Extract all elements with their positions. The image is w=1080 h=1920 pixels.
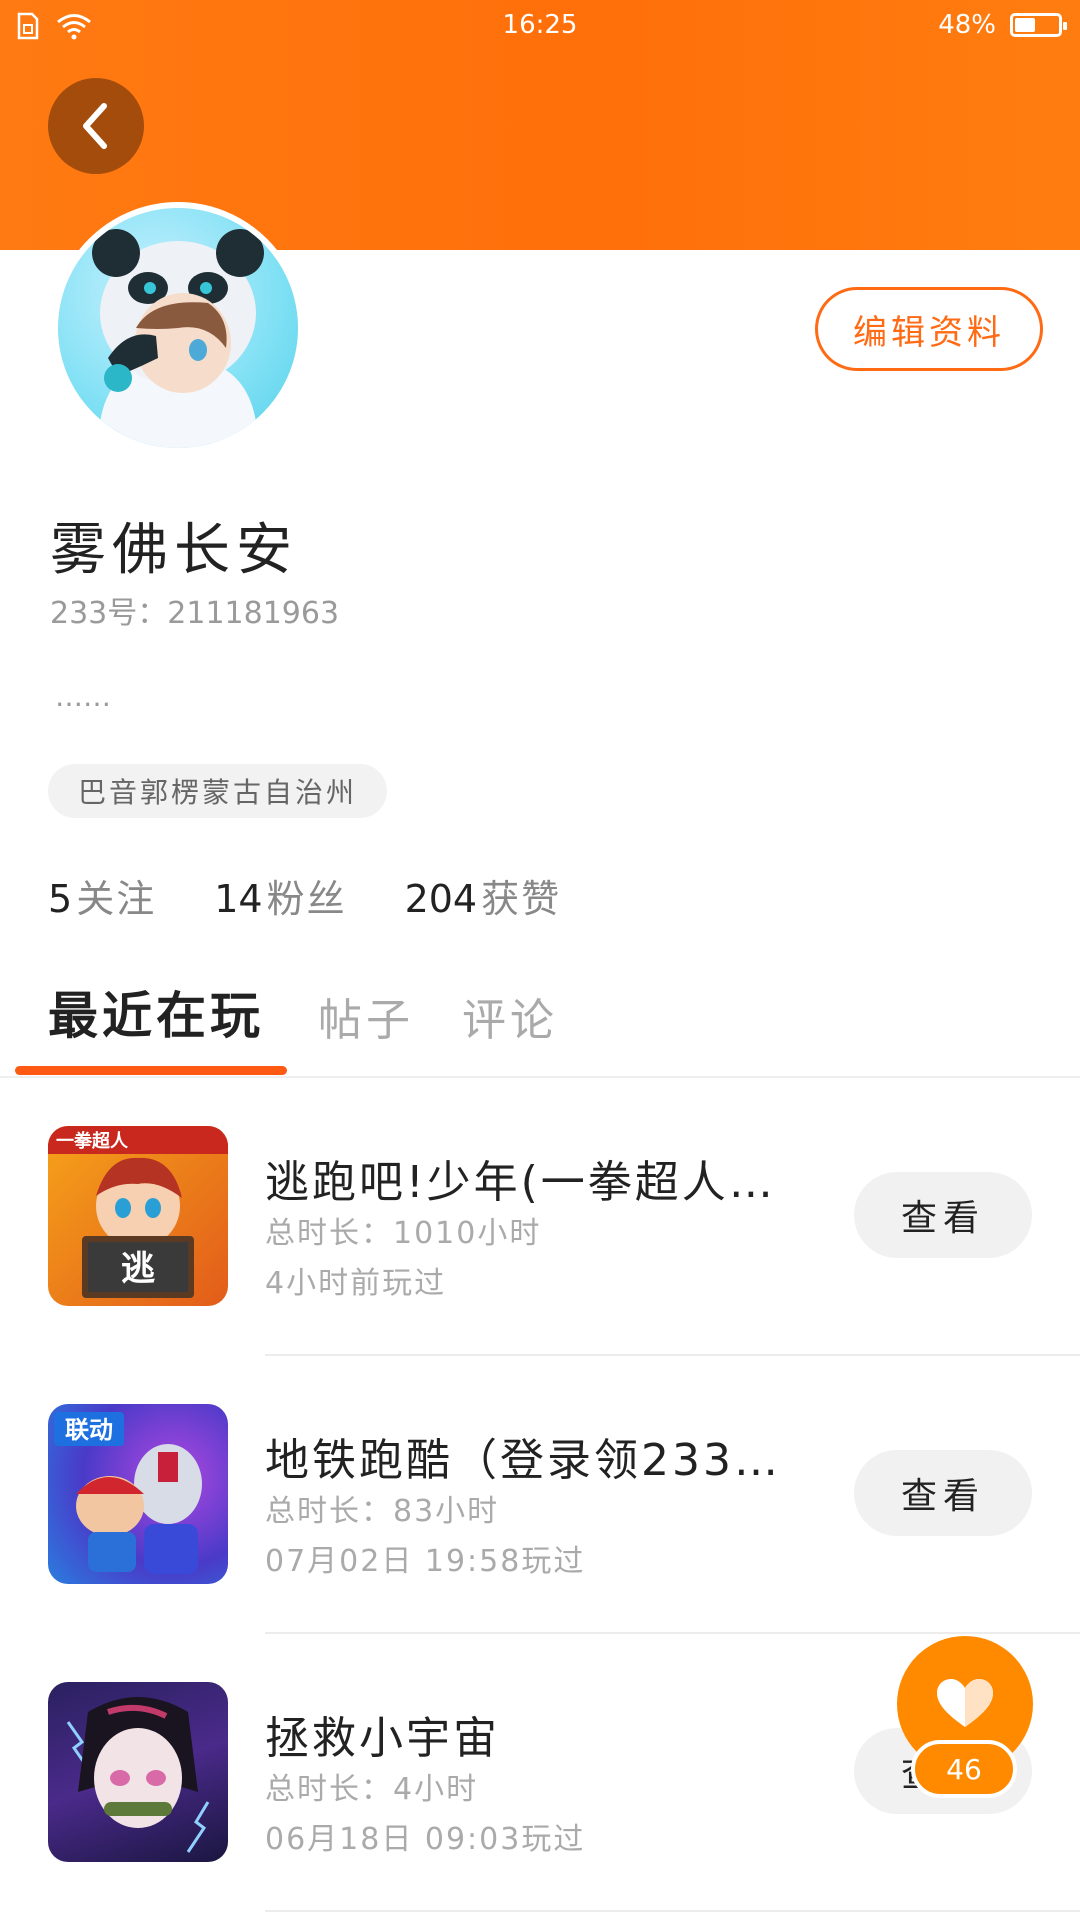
game-title: 地铁跑酷（登录领233联… (265, 1435, 805, 1486)
view-game-button[interactable]: 查看 (854, 1450, 1032, 1536)
stat-count: 14 (214, 877, 263, 921)
stat-label: 关注 (76, 877, 157, 921)
game-title: 拯救小宇宙 (265, 1713, 500, 1764)
game-last-played: 06月18日 09:03玩过 (265, 1822, 586, 1857)
stat-likes[interactable]: 204 获赞 (405, 868, 562, 923)
view-game-button[interactable]: 查看 (854, 1172, 1032, 1258)
game-icon-art (66, 1697, 210, 1853)
game-title: 逃跑吧!少年(一拳超人联动) (265, 1157, 805, 1208)
game-icon-art: 联动 (54, 1412, 202, 1574)
profile-stats: 5 关注 14 粉丝 204 获赞 (48, 868, 561, 923)
game-icon-text: 联动 (65, 1416, 113, 1444)
game-icon-text: 逃 (121, 1249, 155, 1289)
game-playtime: 总时长：4小时 (265, 1772, 479, 1807)
game-icon-art: 一拳超人 逃 (48, 1126, 228, 1298)
user-id-label: 233号： (50, 596, 168, 631)
game-icon: 联动 (48, 1404, 228, 1584)
location-badge: 巴音郭楞蒙古自治州 (48, 764, 388, 818)
game-icon (48, 1682, 228, 1862)
stat-following[interactable]: 5 关注 (48, 868, 156, 923)
active-tab-indicator (15, 1066, 287, 1075)
tab-recently-played[interactable]: 最近在玩 (48, 976, 264, 1048)
stat-label: 获赞 (481, 877, 562, 921)
list-item[interactable]: 联动 地铁跑酷（登录领233联… 总时长：83小时 07月02日 19:58玩过… (0, 1356, 1080, 1634)
battery-percent: 48% (938, 10, 996, 40)
back-button[interactable] (48, 78, 144, 174)
status-time: 16:25 (502, 10, 578, 40)
avatar-illustration (92, 229, 264, 448)
status-bar: 16:25 48% (0, 0, 1080, 50)
like-count-badge: 46 (911, 1740, 1017, 1798)
game-last-played: 07月02日 19:58玩过 (265, 1544, 586, 1579)
profile-tabs: 最近在玩 帖子 评论 (0, 972, 1080, 1076)
list-item[interactable]: 一拳超人 逃 逃跑吧!少年(一拳超人联动) 总时长：1010小时 4小时前玩过 … (0, 1078, 1080, 1356)
edit-profile-button[interactable]: 编辑资料 (815, 287, 1043, 371)
heart-icon (937, 1679, 993, 1727)
user-id: 233号：211181963 (50, 588, 339, 632)
user-id-value: 211181963 (167, 596, 340, 631)
user-bio: …… (55, 680, 111, 713)
list-divider (265, 1910, 1080, 1912)
game-playtime: 总时长：83小时 (265, 1494, 500, 1529)
stat-followers[interactable]: 14 粉丝 (214, 868, 346, 923)
game-playtime: 总时长：1010小时 (265, 1216, 542, 1251)
chevron-left-icon (83, 103, 107, 149)
game-icon: 一拳超人 逃 (48, 1126, 228, 1306)
game-icon-banner: 一拳超人 (56, 1130, 129, 1152)
game-last-played: 4小时前玩过 (265, 1266, 447, 1301)
avatar[interactable] (52, 202, 304, 454)
stat-count: 5 (48, 877, 73, 921)
stat-label: 粉丝 (266, 877, 347, 921)
stat-count: 204 (404, 877, 478, 921)
username: 雾佛长安 (50, 518, 298, 583)
tab-comments[interactable]: 评论 (462, 984, 558, 1048)
battery-icon (1010, 13, 1067, 37)
tab-posts[interactable]: 帖子 (318, 984, 414, 1048)
